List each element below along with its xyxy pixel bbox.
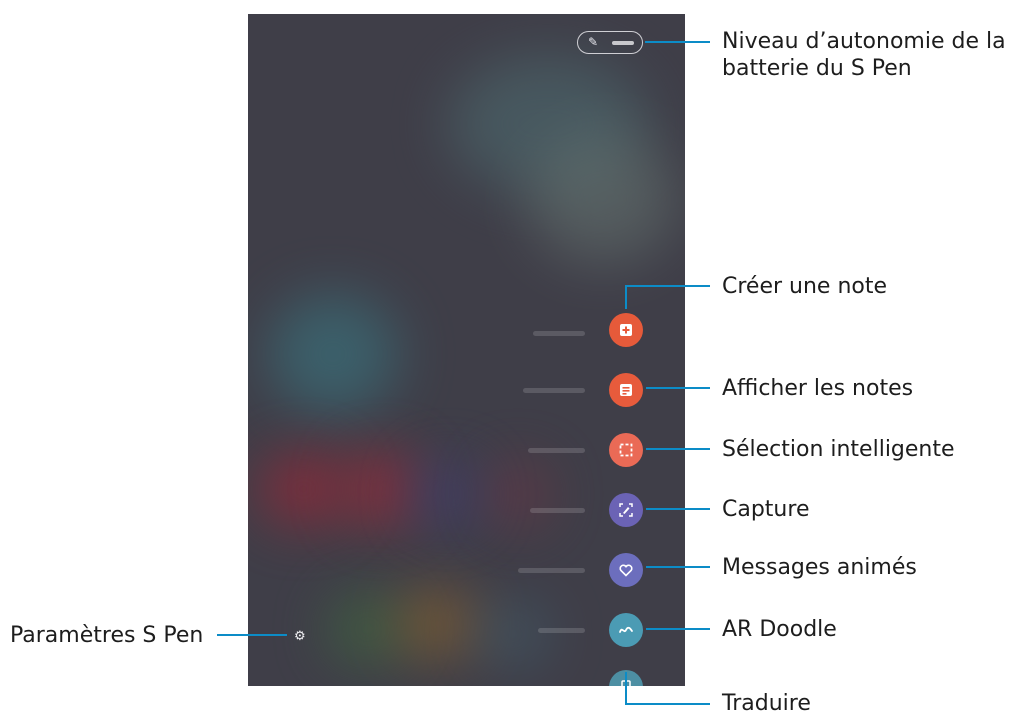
create-note-callout-line — [625, 285, 710, 309]
battery-callout-line1: Niveau d’autonomie de la — [722, 29, 1006, 54]
view-notes-callout: Afficher les notes — [722, 376, 914, 401]
settings-callout: Paramètres S Pen — [10, 623, 204, 648]
create-note-callout: Créer une note — [722, 274, 888, 299]
ar-doodle-callout: AR Doodle — [722, 617, 837, 642]
capture-callout: Capture — [722, 497, 810, 522]
smart-select-callout: Sélection intelligente — [722, 437, 955, 462]
callout-lines — [217, 41, 710, 705]
battery-callout-line2: batterie du S Pen — [722, 56, 912, 81]
live-messages-callout: Messages animés — [722, 555, 917, 580]
battery-callout: Niveau d’autonomie de la batterie du S P… — [722, 28, 1006, 82]
translate-callout: Traduire — [722, 691, 811, 716]
translate-callout-line — [625, 672, 710, 705]
